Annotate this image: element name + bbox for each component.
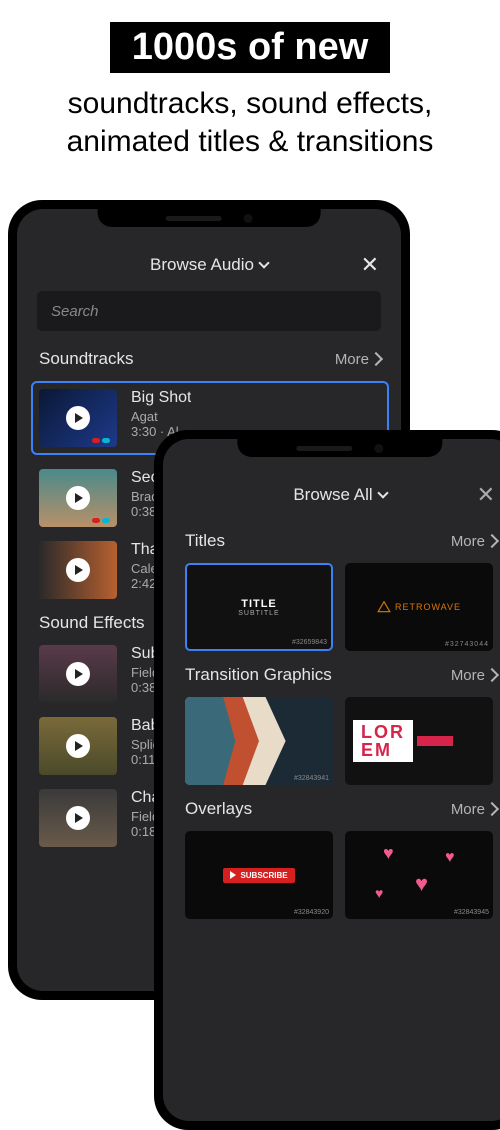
promo-headline: 1000s of new soundtracks, sound effects,… [0, 22, 500, 160]
search-placeholder: Search [51, 303, 99, 320]
panel-title-dropdown[interactable]: Browse All [293, 485, 386, 505]
transition-thumb[interactable]: #32843941 [185, 697, 333, 785]
search-input[interactable]: Search [37, 291, 381, 331]
play-icon[interactable] [66, 406, 90, 430]
chevron-right-icon [371, 351, 381, 368]
section-title: Overlays [185, 799, 252, 819]
close-button[interactable]: ✕ [477, 484, 495, 506]
close-button[interactable]: ✕ [361, 254, 379, 276]
phone-mockup-graphics: Browse All ✕ Titles More TITLE SUBTITLE … [154, 430, 500, 1130]
section-title: Titles [185, 531, 225, 551]
more-button[interactable]: More [451, 667, 497, 684]
more-button[interactable]: More [335, 351, 381, 368]
chevron-right-icon [487, 801, 497, 818]
play-icon[interactable] [66, 662, 90, 686]
panel-header: Browse Audio ✕ [17, 237, 401, 287]
section-title: Soundtracks [39, 349, 134, 369]
section-title: Transition Graphics [185, 665, 332, 685]
chevron-right-icon [487, 533, 497, 550]
transition-thumb[interactable]: LOREM [345, 697, 493, 785]
headline-sub: soundtracks, sound effects, animated tit… [0, 85, 500, 160]
track-artist: Agat [131, 409, 191, 424]
track-title: Big Shot [131, 389, 191, 407]
title-thumb[interactable]: RETROWAVE #32743044 [345, 563, 493, 651]
overlay-thumb[interactable]: SUBSCRIBE #32843920 [185, 831, 333, 919]
chevron-down-icon [260, 255, 268, 275]
play-icon[interactable] [66, 558, 90, 582]
play-icon[interactable] [66, 734, 90, 758]
title-thumb[interactable]: TITLE SUBTITLE #32659843 [185, 563, 333, 651]
panel-title-dropdown[interactable]: Browse Audio [150, 255, 268, 275]
chevron-down-icon [379, 485, 387, 505]
chevron-right-icon [487, 667, 497, 684]
play-icon[interactable] [66, 806, 90, 830]
more-button[interactable]: More [451, 801, 497, 818]
headline-main: 1000s of new [110, 22, 391, 73]
panel-header: Browse All ✕ [163, 467, 500, 517]
overlay-thumb[interactable]: ♥ ♥ ♥ ♥ #32843945 [345, 831, 493, 919]
play-icon[interactable] [66, 486, 90, 510]
more-button[interactable]: More [451, 533, 497, 550]
section-title: Sound Effects [39, 613, 145, 633]
